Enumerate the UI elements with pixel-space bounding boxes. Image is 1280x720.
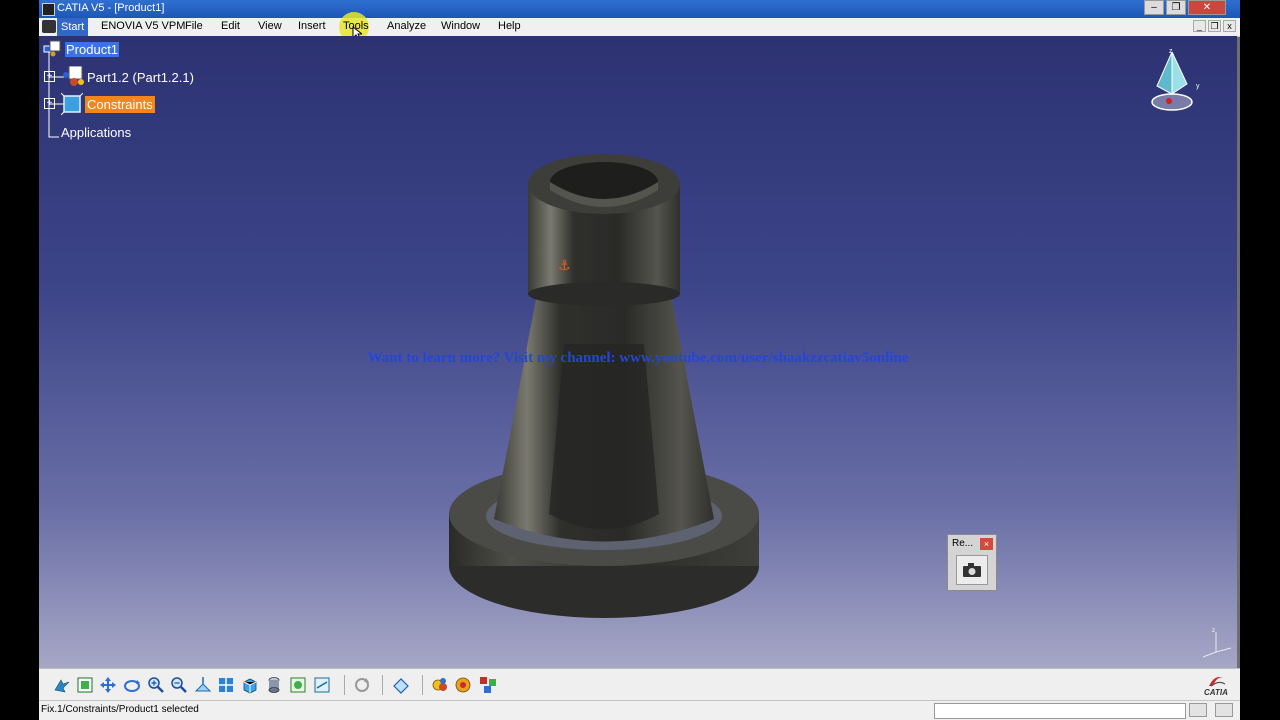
zoom-in-icon[interactable] bbox=[147, 676, 165, 694]
command-input[interactable] bbox=[934, 703, 1186, 719]
mini-toolbar-title: Re... bbox=[952, 538, 974, 549]
status-bar: Fix.1/Constraints/Product1 selected bbox=[39, 700, 1240, 720]
mini-toolbar-close-button[interactable]: × bbox=[980, 538, 993, 550]
rotate-icon[interactable] bbox=[123, 676, 141, 694]
status-power-input-button[interactable] bbox=[1215, 703, 1233, 717]
fly-icon[interactable] bbox=[53, 676, 71, 694]
doc-restore-button[interactable]: ❐ bbox=[1208, 20, 1221, 32]
fit-all-icon[interactable] bbox=[76, 676, 94, 694]
specification-tree: Product1 + Part1.2 (Part1.2.1) + Constra… bbox=[39, 36, 299, 166]
toolbar-separator bbox=[422, 675, 423, 695]
title-bar: CATIA V5 - [Product1] – ❐ ✕ bbox=[39, 0, 1240, 18]
catia-logo-text: CATIA bbox=[1204, 688, 1228, 697]
constraints-icon[interactable] bbox=[61, 93, 83, 115]
tree-node-part[interactable]: Part1.2 (Part1.2.1) bbox=[87, 70, 194, 85]
status-options-button[interactable] bbox=[1189, 703, 1207, 717]
render-style-icon[interactable] bbox=[265, 676, 283, 694]
toolbar-separator bbox=[344, 675, 345, 695]
menu-file[interactable]: File bbox=[185, 20, 203, 32]
restore-button[interactable]: ❐ bbox=[1166, 0, 1186, 15]
snap-icon[interactable] bbox=[454, 676, 472, 694]
part-icon[interactable] bbox=[61, 66, 87, 88]
menu-bar: Start ENOVIA V5 VPM File Edit View Inser… bbox=[39, 12, 1240, 42]
close-button[interactable]: ✕ bbox=[1188, 0, 1226, 15]
expand-part-icon[interactable]: + bbox=[44, 71, 55, 82]
catia-window: CATIA V5 - [Product1] – ❐ ✕ Start ENOVIA… bbox=[39, 0, 1240, 720]
svg-text:z: z bbox=[1169, 48, 1173, 55]
menu-view[interactable]: View bbox=[258, 20, 282, 32]
svg-text:y: y bbox=[1196, 83, 1200, 90]
menu-enovia[interactable]: ENOVIA V5 VPM bbox=[101, 20, 185, 32]
menu-edit[interactable]: Edit bbox=[221, 20, 240, 32]
product-icon[interactable] bbox=[42, 40, 64, 58]
menu-start[interactable]: Start bbox=[57, 18, 89, 36]
tree-node-applications[interactable]: Applications bbox=[61, 125, 131, 140]
refresh-icon[interactable] bbox=[353, 676, 371, 694]
normal-view-icon[interactable] bbox=[194, 676, 212, 694]
minimize-button[interactable]: – bbox=[1144, 0, 1164, 15]
zoom-out-icon[interactable] bbox=[170, 676, 188, 694]
capture-button[interactable] bbox=[956, 555, 988, 585]
tree-node-product1[interactable]: Product1 bbox=[65, 42, 120, 57]
svg-text:z: z bbox=[1212, 628, 1215, 634]
expand-constraints-icon[interactable]: + bbox=[44, 98, 55, 109]
channel-watermark: Want to learn more? Visit my channel: ww… bbox=[367, 350, 909, 366]
menu-analyze[interactable]: Analyze bbox=[387, 20, 426, 32]
explode-icon[interactable] bbox=[479, 676, 497, 694]
multi-view-icon[interactable] bbox=[217, 676, 235, 694]
manipulate-icon[interactable] bbox=[431, 676, 449, 694]
tree-node-constraints[interactable]: Constraints bbox=[85, 96, 155, 113]
doc-close-button[interactable]: x bbox=[1223, 20, 1236, 32]
window-title: CATIA V5 - [Product1] bbox=[57, 2, 165, 14]
compass-icon[interactable]: z y bbox=[1147, 44, 1207, 116]
hide-show-icon[interactable] bbox=[289, 676, 307, 694]
fix-anchor-icon[interactable]: ⚓ bbox=[558, 258, 571, 274]
iso-view-icon[interactable] bbox=[241, 676, 259, 694]
swap-space-icon[interactable] bbox=[313, 676, 331, 694]
menu-insert[interactable]: Insert bbox=[298, 20, 326, 32]
menu-help[interactable]: Help bbox=[498, 20, 521, 32]
capture-mini-toolbar: Re... × bbox=[947, 534, 997, 591]
pan-icon[interactable] bbox=[99, 676, 117, 694]
menu-window[interactable]: Window bbox=[441, 20, 480, 32]
view-toolbar: CATIA bbox=[39, 668, 1240, 701]
app-window-icon bbox=[42, 3, 55, 16]
3d-viewport[interactable]: Product1 + Part1.2 (Part1.2.1) + Constra… bbox=[39, 36, 1237, 668]
camera-icon bbox=[963, 563, 981, 577]
axis-triad-icon: z bbox=[1202, 628, 1232, 658]
measure-icon[interactable] bbox=[392, 676, 410, 694]
toolbar-separator bbox=[382, 675, 383, 695]
status-message: Fix.1/Constraints/Product1 selected bbox=[41, 704, 199, 715]
doc-minimize-button[interactable]: _ bbox=[1193, 20, 1206, 32]
3d-part-model[interactable]: ⚓ bbox=[444, 144, 774, 620]
catia-app-icon[interactable] bbox=[42, 20, 56, 33]
catia-logo: CATIA bbox=[1204, 677, 1228, 697]
